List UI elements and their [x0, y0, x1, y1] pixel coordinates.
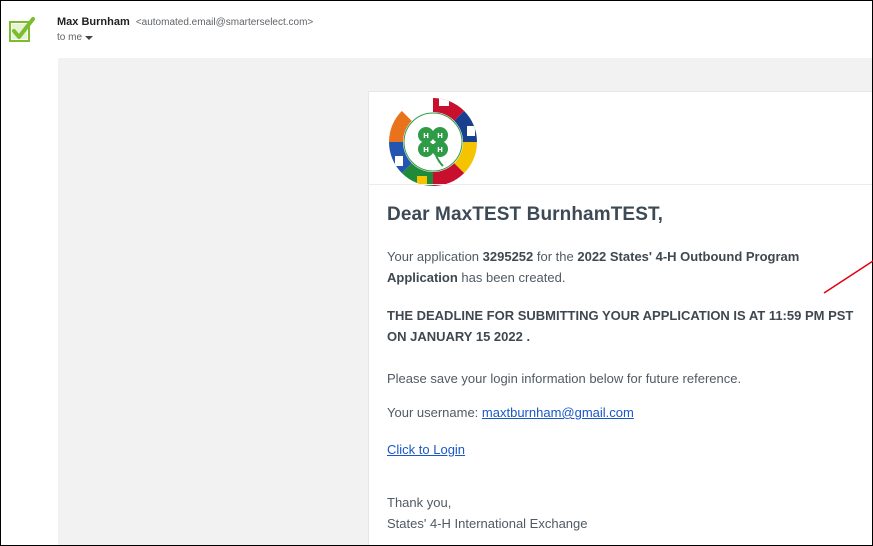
email-card: H H H H Dear MaxTEST BurnhamTEST, Your a…	[368, 91, 872, 545]
para-suffix: has been created.	[457, 270, 566, 285]
sender-name: Max Burnham	[57, 16, 130, 28]
to-label: to me	[57, 32, 83, 43]
para-prefix: Your application	[387, 249, 483, 264]
signoff-text: Thank you,	[387, 495, 452, 510]
deadline-notice: THE DEADLINE FOR SUBMITTING YOUR APPLICA…	[387, 308, 854, 344]
para-middle: for the	[533, 249, 578, 264]
svg-text:H: H	[437, 146, 443, 154]
login-line: Click to Login	[387, 439, 872, 460]
sender-avatar-check-icon	[8, 16, 36, 44]
sender-email: <automated.email@smarterselect.com>	[135, 17, 314, 28]
email-window: Max Burnham <automated.email@smartersele…	[0, 0, 873, 546]
svg-text:H: H	[437, 132, 443, 140]
signature-text: States' 4-H International Exchange	[387, 516, 588, 531]
recipient-details-toggle[interactable]: to me	[57, 32, 94, 43]
click-to-login-link[interactable]: Click to Login	[387, 442, 465, 457]
application-id: 3295252	[482, 249, 534, 264]
states-4h-logo: H H H H	[387, 96, 479, 188]
caret-down-icon	[85, 36, 94, 40]
greeting-heading: Dear MaxTEST BurnhamTEST,	[387, 204, 663, 225]
save-info-text: Please save your login information below…	[387, 371, 742, 386]
username-email-link[interactable]: maxtburnham@gmail.com	[482, 405, 634, 420]
logo-divider	[369, 184, 872, 185]
svg-text:H: H	[423, 146, 429, 154]
svg-text:H: H	[423, 132, 429, 140]
application-created-text: Your application 3295252 for the 2022 St…	[387, 246, 872, 288]
sender-line: Max Burnham <automated.email@smartersele…	[57, 16, 313, 28]
username-line: Your username: maxtburnham@gmail.com	[387, 402, 872, 423]
username-label: Your username:	[387, 405, 482, 420]
